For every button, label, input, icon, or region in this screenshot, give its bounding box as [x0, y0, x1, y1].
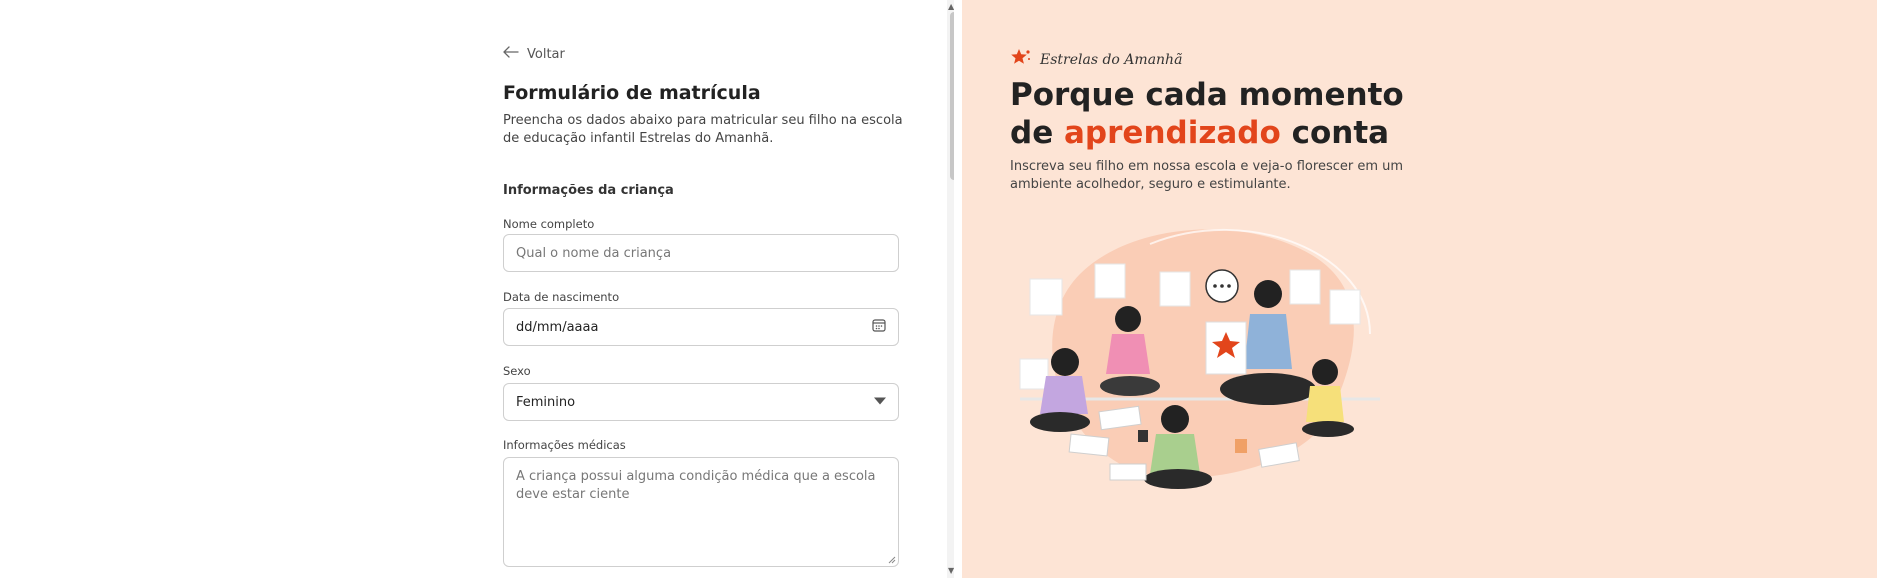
- birth-date-value: dd/mm/aaaa: [516, 319, 599, 335]
- name-label: Nome completo: [503, 217, 595, 231]
- back-link[interactable]: Voltar: [503, 46, 565, 62]
- form-pane: Voltar Formulário de matrícula Preencha …: [0, 0, 954, 578]
- hero-title: Porque cada momento de aprendizado conta: [1010, 76, 1450, 152]
- sex-select[interactable]: Feminino: [503, 383, 899, 421]
- sex-label: Sexo: [503, 364, 531, 378]
- medical-textarea[interactable]: A criança possui alguma condição médica …: [503, 457, 899, 567]
- scrollbar-thumb[interactable]: [950, 12, 954, 180]
- scroll-up-icon[interactable]: ▲: [948, 2, 954, 11]
- form-title: Formulário de matrícula: [503, 82, 761, 104]
- chevron-down-icon: [874, 395, 886, 410]
- name-placeholder: Qual o nome da criança: [516, 245, 672, 261]
- scroll-down-icon[interactable]: ▼: [948, 566, 954, 575]
- resize-grip-icon[interactable]: [888, 556, 896, 564]
- calendar-icon[interactable]: [872, 318, 886, 336]
- arrow-left-icon: [503, 46, 519, 62]
- star-logo-icon: [1010, 48, 1032, 72]
- medical-placeholder: A criança possui alguma condição médica …: [516, 469, 876, 502]
- classroom-illustration: [1019, 229, 1380, 489]
- birth-date-input[interactable]: dd/mm/aaaa: [503, 308, 899, 346]
- name-input[interactable]: Qual o nome da criança: [503, 234, 899, 272]
- back-label: Voltar: [527, 46, 565, 62]
- medical-label: Informações médicas: [503, 438, 626, 452]
- form-description: Preencha os dados abaixo para matricular…: [503, 113, 903, 146]
- brand-name: Estrelas do Amanhã: [1040, 52, 1183, 68]
- sex-value: Feminino: [516, 394, 576, 410]
- hero-title-part2: conta: [1280, 115, 1390, 151]
- section-title: Informações da criança: [503, 183, 674, 198]
- hero-title-accent: aprendizado: [1064, 115, 1281, 151]
- birth-label: Data de nascimento: [503, 290, 620, 304]
- hero-description: Inscreva seu filho em nossa escola e vej…: [1010, 159, 1404, 192]
- hero-pane: Estrelas do Amanhã Porque cada momento d…: [962, 0, 1877, 578]
- brand: Estrelas do Amanhã: [1010, 48, 1182, 72]
